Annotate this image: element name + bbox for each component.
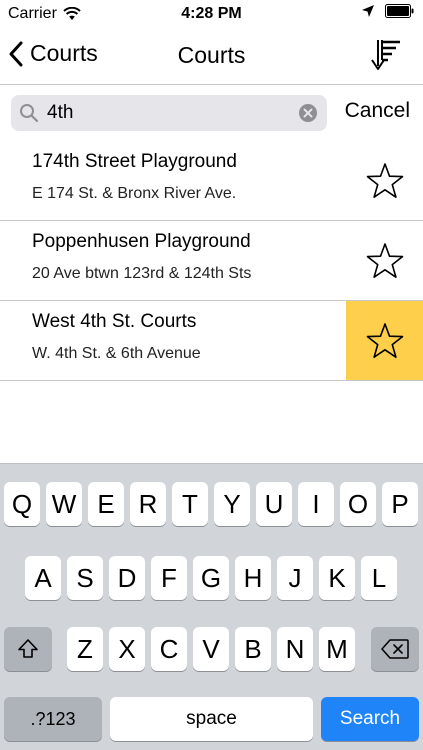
screen: Carrier 4:28 PM Courts Courts 4th Cancel… <box>0 0 423 750</box>
search-field[interactable] <box>11 95 327 131</box>
key[interactable]: Y <box>214 482 250 526</box>
location-arrow-icon <box>362 5 374 17</box>
key[interactable]: Q <box>4 482 40 526</box>
court-address: E 174 St. & Bronx River Ave. <box>32 185 237 202</box>
key[interactable]: K <box>319 556 355 600</box>
court-name: 174th Street Playground <box>32 151 237 172</box>
key[interactable]: P <box>382 482 418 526</box>
delete-key[interactable] <box>371 627 419 671</box>
key[interactable]: D <box>109 556 145 600</box>
cancel-button[interactable]: Cancel <box>345 99 410 123</box>
status-bar: Carrier 4:28 PM <box>0 0 423 28</box>
list-item[interactable]: Poppenhusen Playground 20 Ave btwn 123rd… <box>0 221 423 301</box>
space-key[interactable]: space <box>110 697 313 741</box>
key[interactable]: W <box>46 482 82 526</box>
key[interactable]: B <box>235 627 271 671</box>
shift-key[interactable] <box>4 627 52 671</box>
star-icon <box>366 162 403 198</box>
key[interactable]: T <box>172 482 208 526</box>
key[interactable]: S <box>67 556 103 600</box>
star-icon <box>366 322 403 358</box>
status-right <box>361 4 415 18</box>
key[interactable]: O <box>340 482 376 526</box>
search-input[interactable] <box>47 95 287 131</box>
key[interactable]: H <box>235 556 271 600</box>
key[interactable]: R <box>130 482 166 526</box>
key[interactable]: M <box>319 627 355 671</box>
page-title: Courts <box>177 42 246 68</box>
key[interactable]: V <box>193 627 229 671</box>
search-bar: Cancel <box>0 85 423 141</box>
navigation-bar: Courts Courts <box>0 28 423 85</box>
delete-icon <box>381 639 409 659</box>
sort-button[interactable] <box>369 38 403 74</box>
key[interactable]: A <box>25 556 61 600</box>
key[interactable]: Z <box>67 627 103 671</box>
key[interactable]: C <box>151 627 187 671</box>
battery-icon <box>385 4 414 18</box>
key[interactable]: N <box>277 627 313 671</box>
court-address: W. 4th St. & 6th Avenue <box>32 345 201 362</box>
key[interactable]: E <box>88 482 124 526</box>
search-icon <box>20 104 39 123</box>
numbers-key[interactable]: .?123 <box>4 697 102 741</box>
key[interactable]: X <box>109 627 145 671</box>
key[interactable]: G <box>193 556 229 600</box>
shift-icon <box>18 639 38 658</box>
keyboard: Q W E R T Y U I O P A S D F G H J K L Z … <box>0 463 423 750</box>
list-item[interactable]: 174th Street Playground E 174 St. & Bron… <box>0 141 423 221</box>
favorite-toggle[interactable] <box>346 141 423 220</box>
status-time: 4:28 PM <box>181 5 242 22</box>
favorite-toggle[interactable] <box>346 221 423 300</box>
key[interactable]: U <box>256 482 292 526</box>
sort-icon <box>371 40 400 70</box>
key[interactable]: J <box>277 556 313 600</box>
list-item[interactable]: West 4th St. Courts W. 4th St. & 6th Ave… <box>0 301 423 381</box>
court-address: 20 Ave btwn 123rd & 124th Sts <box>32 265 252 282</box>
results-list: 174th Street Playground E 174 St. & Bron… <box>0 141 423 381</box>
key[interactable]: F <box>151 556 187 600</box>
court-name: West 4th St. Courts <box>32 311 197 332</box>
key[interactable]: L <box>361 556 397 600</box>
clear-icon[interactable] <box>299 104 317 122</box>
favorite-toggle[interactable] <box>346 301 423 380</box>
court-name: Poppenhusen Playground <box>32 231 251 252</box>
star-icon <box>366 242 403 278</box>
search-key[interactable]: Search <box>321 697 419 741</box>
key[interactable]: I <box>298 482 334 526</box>
